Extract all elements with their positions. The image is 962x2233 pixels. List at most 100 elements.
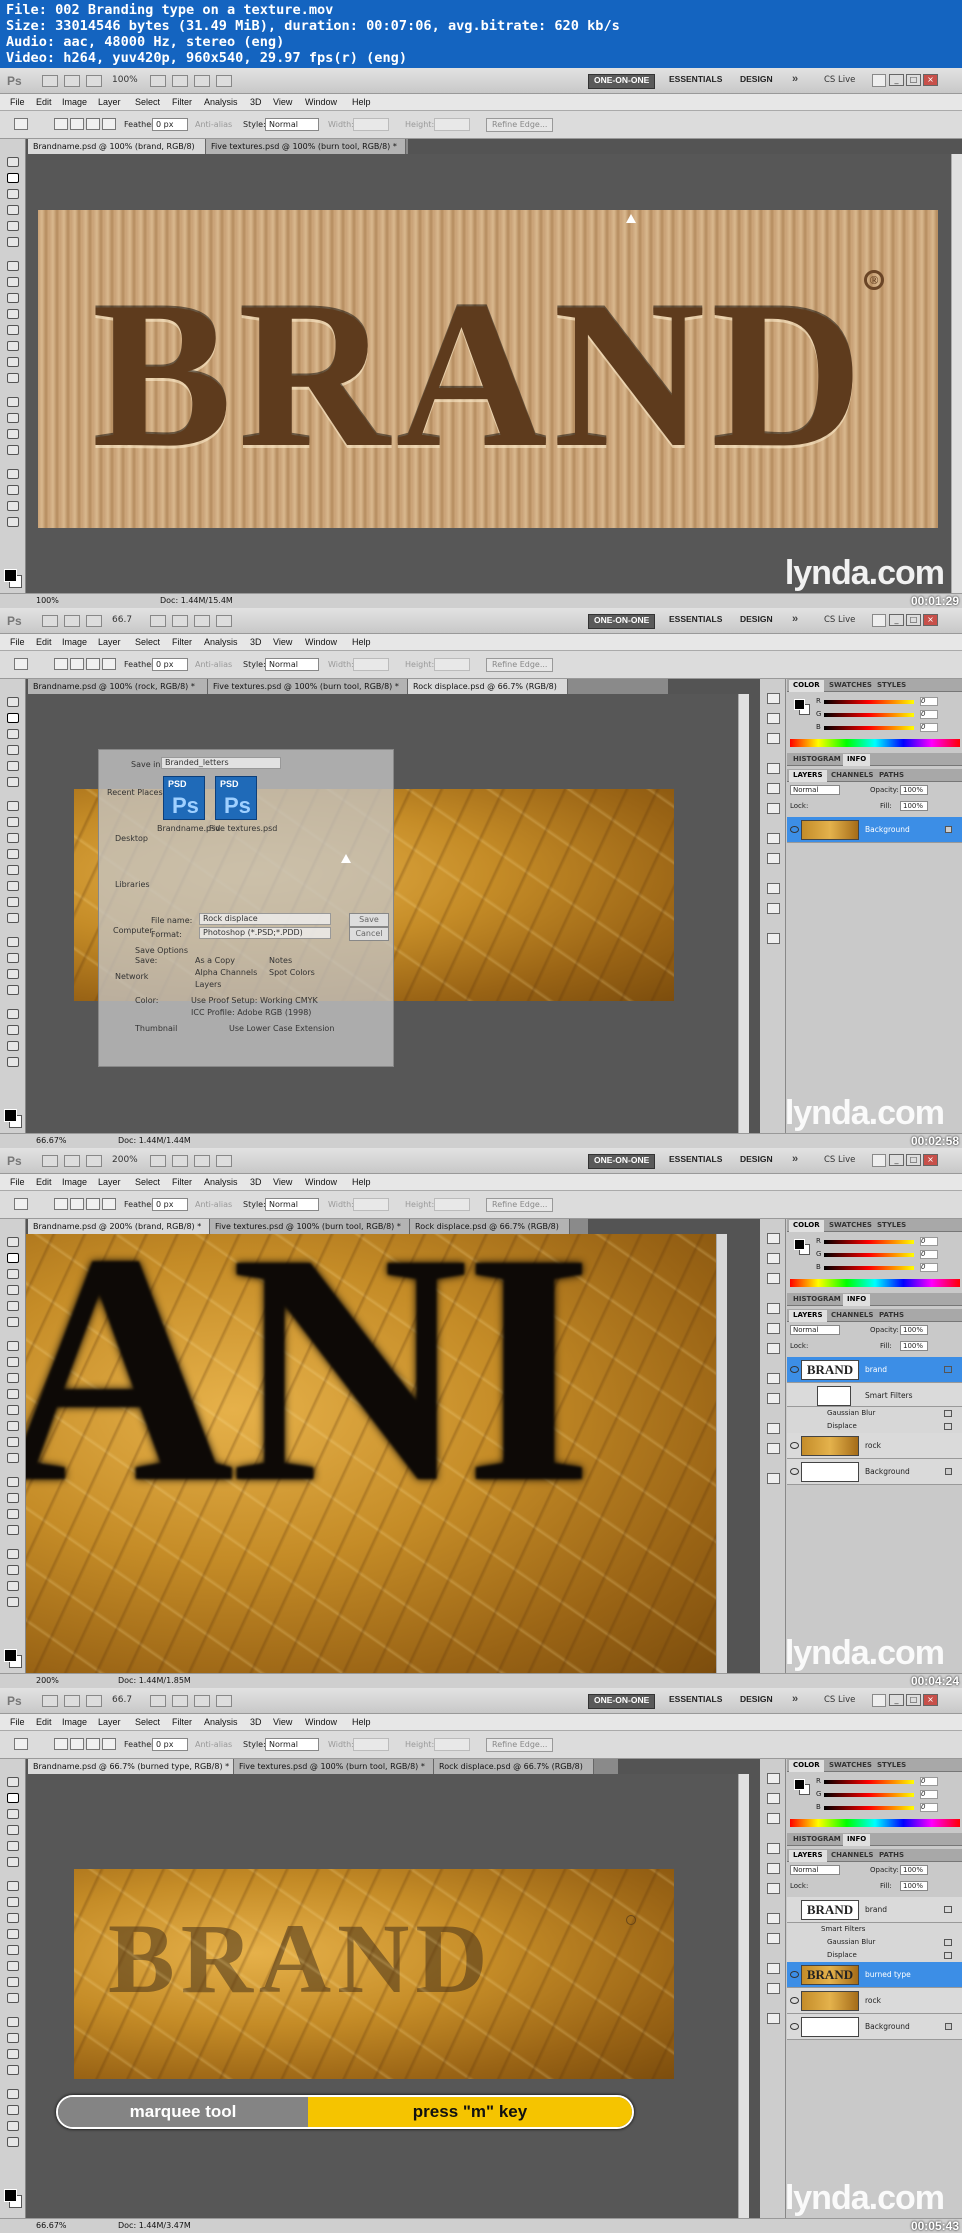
new-selection-icon[interactable] [54,1198,68,1210]
workspace-design[interactable]: DESIGN [735,614,778,629]
mini-bridge-button[interactable] [64,1155,80,1167]
new-selection-icon[interactable] [54,658,68,670]
menu-window[interactable]: Window [305,1177,337,1187]
tab-swatches[interactable]: SWATCHES [825,680,876,692]
3d-panel-icon[interactable] [767,1423,780,1434]
burn-tool-icon[interactable] [7,913,19,923]
close-icon[interactable]: × [923,1694,938,1706]
navigator-panel-icon[interactable] [767,933,780,944]
move-tool-icon[interactable] [7,697,19,707]
tab-paths[interactable]: PATHS [875,1850,908,1862]
style-select[interactable]: Normal [265,1738,319,1751]
foreground-color-swatch[interactable] [4,1109,17,1122]
lasso-tool-icon[interactable] [7,189,19,199]
more-workspaces-icon[interactable]: » [792,1153,798,1165]
shape-tool-icon[interactable] [7,2065,19,2075]
layer-name[interactable]: Background [865,825,910,834]
tab-color[interactable]: COLOR [789,1760,824,1772]
brush-panel-icon[interactable] [767,1813,780,1824]
feather-input[interactable]: 0 px [152,1198,188,1211]
menu-image[interactable]: Image [62,97,87,107]
status-zoom[interactable]: 66.67% [36,2219,67,2233]
bridge-button[interactable] [42,1155,58,1167]
tab-styles[interactable]: STYLES [873,1760,910,1772]
spot-colors-checkbox[interactable]: Spot Colors [269,968,315,977]
marquee-preset-icon[interactable] [14,658,28,670]
3d-rotate-icon[interactable] [7,1549,19,1559]
close-icon[interactable]: × [923,74,938,86]
pen-tool-icon[interactable] [7,397,19,407]
adjustments-panel-icon[interactable] [767,783,780,794]
zoom-tool-icon[interactable] [7,1597,19,1607]
menu-window[interactable]: Window [305,97,337,107]
status-zoom[interactable]: 200% [36,1674,59,1688]
vertical-scrollbar[interactable] [738,1774,749,2218]
menu-file[interactable]: File [10,97,25,107]
tab-five-textures[interactable]: Five textures.psd @ 100% (burn tool, RGB… [210,1219,410,1234]
tab-histogram[interactable]: HISTOGRAM [789,1834,845,1846]
menu-file[interactable]: File [10,1177,25,1187]
menu-3d[interactable]: 3D [250,1177,262,1187]
tab-channels[interactable]: CHANNELS [827,1310,877,1322]
marquee-tool-icon[interactable] [7,173,19,183]
filter-row[interactable]: Displace [787,1949,962,1962]
width-input[interactable] [353,1738,389,1751]
filter-options-icon[interactable] [944,1939,952,1946]
menu-filter[interactable]: Filter [172,97,192,107]
close-icon[interactable]: × [923,1154,938,1166]
subtract-selection-icon[interactable] [86,1198,100,1210]
add-selection-icon[interactable] [70,1198,84,1210]
canvas[interactable]: BRAND [26,1774,749,2218]
more-workspaces-icon[interactable]: » [792,73,798,85]
blend-mode-select[interactable]: Normal [790,1865,840,1875]
3d-rotate-icon[interactable] [7,2089,19,2099]
filter-row[interactable]: Displace [787,1420,962,1433]
layer-row[interactable]: rock [787,1988,962,2014]
menu-view[interactable]: View [273,637,292,647]
tab-five-textures[interactable]: Five textures.psd @ 100% (burn tool, RGB… [206,139,406,154]
menu-help[interactable]: Help [352,97,371,107]
workspace-one-on-one[interactable]: ONE-ON-ONE [588,1154,656,1169]
notes-checkbox[interactable]: Notes [269,956,292,965]
history-brush-icon[interactable] [7,309,19,319]
tab-info[interactable]: INFO [843,754,871,766]
menu-edit[interactable]: Edit [36,97,52,107]
eye-icon[interactable] [790,1366,799,1373]
path-select-icon[interactable] [7,1509,19,1519]
arrange-docs-button[interactable] [216,1695,232,1707]
quick-select-tool-icon[interactable] [7,1285,19,1295]
character-panel-icon[interactable] [767,1373,780,1384]
menu-edit[interactable]: Edit [36,1717,52,1727]
type-tool-icon[interactable] [7,1493,19,1503]
eyedropper-tool-icon[interactable] [7,777,19,787]
restore-icon[interactable]: □ [906,74,921,86]
shape-tool-icon[interactable] [7,445,19,455]
menu-layer[interactable]: Layer [98,97,121,107]
clone-source-icon[interactable] [767,1303,780,1314]
filter-name[interactable]: Displace [827,1949,857,1962]
tool-presets-icon[interactable] [767,1983,780,1994]
history-brush-icon[interactable] [7,849,19,859]
stamp-tool-icon[interactable] [7,833,19,843]
navigator-panel-icon[interactable] [767,1473,780,1484]
hand-button[interactable] [150,615,166,627]
menu-analysis[interactable]: Analysis [204,1717,238,1727]
menu-edit[interactable]: Edit [36,637,52,647]
3d-orbit-icon[interactable] [7,1025,19,1035]
layer-row[interactable]: Background [787,817,962,843]
extras-button[interactable] [86,1695,102,1707]
paragraph-panel-icon[interactable] [767,1933,780,1944]
opacity-input[interactable]: 100% [900,1325,928,1335]
cs-live-menu[interactable]: CS Live [824,75,855,85]
tab-channels[interactable]: CHANNELS [827,770,877,782]
mini-bridge-button[interactable] [64,75,80,87]
eraser-tool-icon[interactable] [7,1945,19,1955]
rotate-view-button[interactable] [194,75,210,87]
foreground-color-swatch[interactable] [4,1649,17,1662]
add-selection-icon[interactable] [70,118,84,130]
rotate-view-button[interactable] [194,1695,210,1707]
psd-file-icon[interactable]: PSD Ps [215,776,257,820]
workspace-design[interactable]: DESIGN [735,1694,778,1709]
restore-icon[interactable]: □ [906,614,921,626]
file-five-textures[interactable]: Five textures.psd [209,824,277,833]
